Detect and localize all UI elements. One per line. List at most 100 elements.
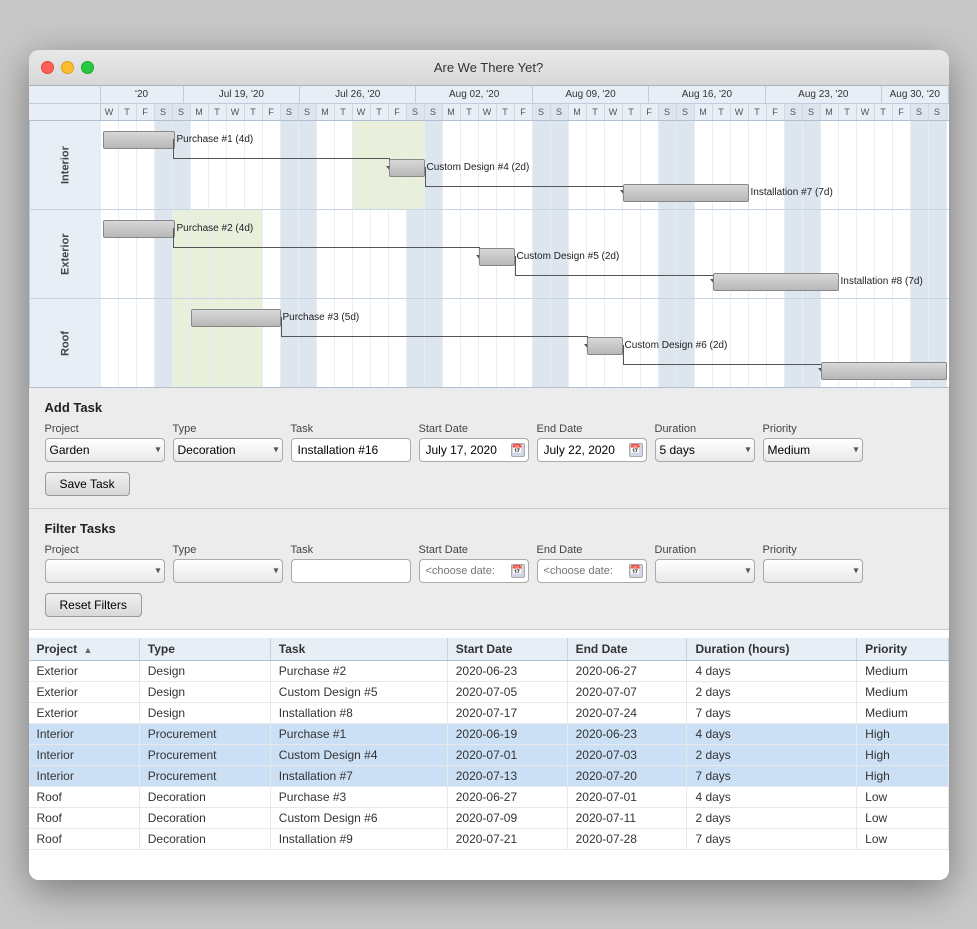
project-label: Project: [45, 423, 165, 435]
reset-filters-wrapper: Reset Filters: [45, 593, 933, 617]
cell-priority: Low: [857, 828, 948, 849]
table-row[interactable]: ExteriorDesignInstallation #82020-07-172…: [29, 702, 949, 723]
filter-duration-group: Duration: [655, 544, 755, 583]
filter-type-group: Type: [173, 544, 283, 583]
week-label-5: Aug 16, '20: [649, 86, 765, 103]
cell-priority: Medium: [857, 702, 948, 723]
start-date-calendar-icon[interactable]: 📅: [511, 443, 525, 457]
col-header-project[interactable]: Project ▲: [29, 638, 140, 661]
bar-customdesign4[interactable]: [389, 159, 425, 177]
priority-select-wrapper[interactable]: LowMediumHigh: [763, 438, 863, 462]
priority-label: Priority: [763, 423, 863, 435]
gantt-label-exterior: Exterior: [29, 210, 101, 298]
cell-startDate: 2020-07-13: [447, 765, 567, 786]
sort-arrow-project: ▲: [84, 645, 93, 655]
bar-installation8[interactable]: [713, 273, 839, 291]
col-header-type[interactable]: Type: [139, 638, 270, 661]
table-header-row: Project ▲ Type Task Start Date End Date …: [29, 638, 949, 661]
col-header-priority[interactable]: Priority: [857, 638, 948, 661]
cell-endDate: 2020-07-03: [567, 744, 687, 765]
table-row[interactable]: RoofDecorationPurchase #32020-06-272020-…: [29, 786, 949, 807]
cell-startDate: 2020-07-09: [447, 807, 567, 828]
week-label-6: Aug 23, '20: [766, 86, 882, 103]
day-S: S: [155, 104, 173, 120]
table-row[interactable]: RoofDecorationInstallation #92020-07-212…: [29, 828, 949, 849]
table-body: ExteriorDesignPurchase #22020-06-232020-…: [29, 660, 949, 849]
table-row[interactable]: InteriorProcurementInstallation #72020-0…: [29, 765, 949, 786]
gantt-content-interior: Purchase #1 (4d) Custom Design #4 (2d) I…: [101, 121, 949, 209]
cell-task: Custom Design #4: [270, 744, 447, 765]
maximize-button[interactable]: [81, 61, 94, 74]
table-row[interactable]: ExteriorDesignCustom Design #52020-07-05…: [29, 681, 949, 702]
add-task-title: Add Task: [45, 400, 933, 415]
cell-duration: 7 days: [687, 702, 857, 723]
duration-select[interactable]: 1 day2 days3 days4 days5 days6 days7 day…: [655, 438, 755, 462]
filter-project-select[interactable]: [45, 559, 165, 583]
cell-priority: Low: [857, 807, 948, 828]
col-header-duration[interactable]: Duration (hours): [687, 638, 857, 661]
filter-task-input[interactable]: [291, 559, 411, 583]
bar-purchase2[interactable]: [103, 220, 175, 238]
col-header-task[interactable]: Task: [270, 638, 447, 661]
table-row[interactable]: InteriorProcurementPurchase #12020-06-19…: [29, 723, 949, 744]
table-row[interactable]: InteriorProcurementCustom Design #42020-…: [29, 744, 949, 765]
filter-duration-select-wrapper[interactable]: [655, 559, 755, 583]
week-label-4: Aug 09, '20: [533, 86, 649, 103]
type-label: Type: [173, 423, 283, 435]
end-date-calendar-icon[interactable]: 📅: [629, 443, 643, 457]
filter-start-cal-icon[interactable]: 📅: [511, 564, 525, 578]
bar-customdesign6[interactable]: [587, 337, 623, 355]
project-select[interactable]: Garden Interior Exterior Roof: [45, 438, 165, 462]
close-button[interactable]: [41, 61, 54, 74]
cell-duration: 7 days: [687, 765, 857, 786]
type-select-wrapper[interactable]: Decoration Design Procurement: [173, 438, 283, 462]
cell-project: Exterior: [29, 702, 140, 723]
save-task-wrapper: Save Task: [45, 472, 933, 496]
priority-select[interactable]: LowMediumHigh: [763, 438, 863, 462]
bar-purchase1[interactable]: [103, 131, 175, 149]
filter-type-select[interactable]: [173, 559, 283, 583]
task-input[interactable]: [291, 438, 411, 462]
cell-startDate: 2020-06-27: [447, 786, 567, 807]
reset-filters-button[interactable]: Reset Filters: [45, 593, 142, 617]
filter-form-row: Project Type Task Start Date 📅: [45, 544, 933, 583]
table-footer-space: [29, 850, 949, 880]
duration-select-wrapper[interactable]: 1 day2 days3 days4 days5 days6 days7 day…: [655, 438, 755, 462]
gantt-content-roof: Purchase #3 (5d) Custom Design #6 (2d) I…: [101, 299, 949, 387]
bar-customdesign5[interactable]: [479, 248, 515, 266]
cell-priority: High: [857, 744, 948, 765]
filter-type-label: Type: [173, 544, 283, 556]
table-row[interactable]: ExteriorDesignPurchase #22020-06-232020-…: [29, 660, 949, 681]
bar-installation7[interactable]: [623, 184, 749, 202]
start-date-group: Start Date 📅: [419, 423, 529, 462]
add-task-form-row: Project Garden Interior Exterior Roof Ty…: [45, 423, 933, 462]
window-title: Are We There Yet?: [434, 60, 543, 75]
filter-priority-select[interactable]: [763, 559, 863, 583]
filter-duration-select[interactable]: [655, 559, 755, 583]
filter-project-select-wrapper[interactable]: [45, 559, 165, 583]
col-header-end-date[interactable]: End Date: [567, 638, 687, 661]
filter-priority-select-wrapper[interactable]: [763, 559, 863, 583]
end-date-group: End Date 📅: [537, 423, 647, 462]
day-T: T: [119, 104, 137, 120]
cell-duration: 4 days: [687, 723, 857, 744]
cell-task: Installation #7: [270, 765, 447, 786]
cell-project: Roof: [29, 828, 140, 849]
week-label-0: '20: [101, 86, 184, 103]
end-date-label: End Date: [537, 423, 647, 435]
data-table: Project ▲ Type Task Start Date End Date …: [29, 638, 949, 850]
cell-project: Exterior: [29, 660, 140, 681]
filter-type-select-wrapper[interactable]: [173, 559, 283, 583]
project-select-wrapper[interactable]: Garden Interior Exterior Roof: [45, 438, 165, 462]
minimize-button[interactable]: [61, 61, 74, 74]
save-task-button[interactable]: Save Task: [45, 472, 130, 496]
type-select[interactable]: Decoration Design Procurement: [173, 438, 283, 462]
week-label-7: Aug 30, '20: [882, 86, 949, 103]
table-row[interactable]: RoofDecorationCustom Design #62020-07-09…: [29, 807, 949, 828]
gantt-content-exterior: Purchase #2 (4d) Custom Design #5 (2d) I…: [101, 210, 949, 298]
bar-installation9[interactable]: [821, 362, 947, 380]
duration-group: Duration 1 day2 days3 days4 days5 days6 …: [655, 423, 755, 462]
filter-end-cal-icon[interactable]: 📅: [629, 564, 643, 578]
col-header-start-date[interactable]: Start Date: [447, 638, 567, 661]
bar-purchase3[interactable]: [191, 309, 281, 327]
